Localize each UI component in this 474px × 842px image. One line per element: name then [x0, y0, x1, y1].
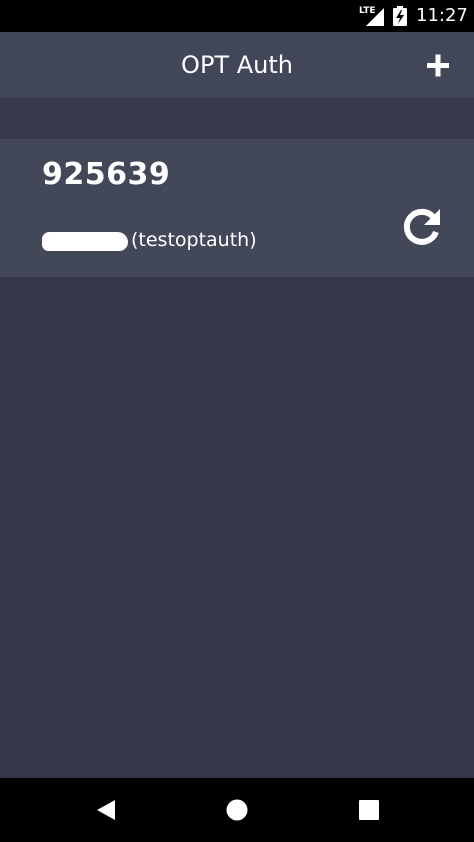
battery-charging-icon [393, 6, 407, 26]
add-account-button[interactable] [420, 48, 456, 84]
back-icon[interactable] [92, 796, 120, 824]
refresh-icon [403, 208, 440, 245]
recents-icon[interactable] [355, 796, 383, 824]
app-title: OPT Auth [181, 51, 293, 79]
header-spacer [0, 98, 474, 139]
home-icon[interactable] [223, 796, 251, 824]
redacted-issuer [42, 232, 128, 251]
navigation-bar [0, 778, 474, 842]
refresh-button[interactable] [398, 203, 446, 251]
account-name: (testoptauth) [131, 229, 257, 251]
status-bar: LTE 11:27 [0, 0, 474, 32]
plus-icon [427, 54, 449, 77]
account-card[interactable]: 925639 (testoptauth) [0, 139, 474, 277]
network-type-label: LTE [359, 6, 376, 16]
app-bar: OPT Auth [0, 32, 474, 98]
clock: 11:27 [416, 5, 468, 26]
otp-code: 925639 [42, 157, 171, 192]
